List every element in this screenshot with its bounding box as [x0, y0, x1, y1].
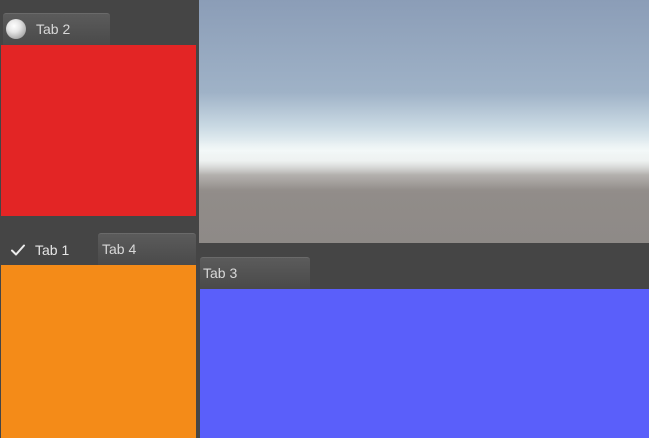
tab-4-label: Tab 4 [102, 241, 137, 257]
tab-2[interactable]: Tab 2 [3, 13, 110, 45]
scene-view[interactable] [199, 0, 649, 243]
horizon-haze [199, 140, 649, 190]
tab-3-label: Tab 3 [203, 265, 238, 281]
tab-1-label: Tab 1 [35, 242, 70, 258]
sphere-icon [6, 19, 26, 39]
tab-2-label: Tab 2 [36, 21, 71, 37]
tab-3[interactable]: Tab 3 [200, 257, 310, 289]
tab-1-panel [1, 265, 196, 438]
checkmark-icon [11, 244, 25, 256]
tab-1[interactable]: Tab 1 [0, 234, 96, 266]
tab-2-panel [1, 45, 196, 216]
tab-3-panel [200, 289, 649, 438]
tab-4[interactable]: Tab 4 [98, 233, 196, 265]
